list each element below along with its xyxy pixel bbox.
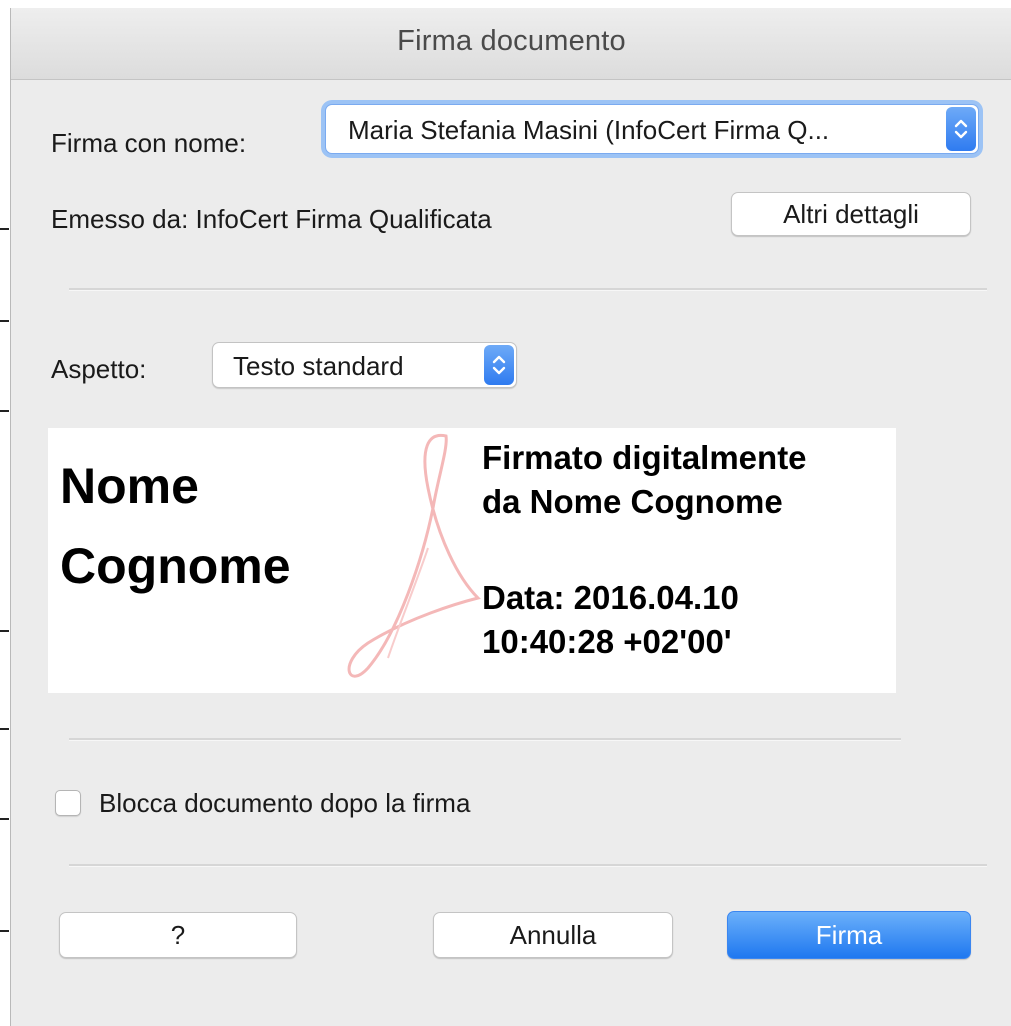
signer-select-value: Maria Stefania Masini (InfoCert Firma Q.… <box>348 115 830 145</box>
signer-select-stepper[interactable] <box>946 107 976 151</box>
edge-tick <box>0 320 9 322</box>
preview-signed-by-line1: Firmato digitalmente <box>482 439 807 476</box>
signer-select[interactable]: Maria Stefania Masini (InfoCert Firma Q.… <box>325 104 979 154</box>
edge-tick <box>0 728 9 730</box>
preview-signer-name: Nome Cognome <box>60 446 440 606</box>
signature-preview: Nome Cognome Firmato digitalmente da Nom… <box>48 428 896 693</box>
lock-document-label[interactable]: Blocca documento dopo la firma <box>99 788 470 819</box>
preview-spacer <box>482 524 892 576</box>
help-button[interactable]: ? <box>59 912 297 958</box>
preview-date-line1: Data: 2016.04.10 <box>482 579 739 616</box>
updown-chevron-icon <box>492 355 506 375</box>
more-details-button[interactable]: Altri dettagli <box>731 192 971 236</box>
separator <box>69 738 901 741</box>
preview-date-line2: 10:40:28 +02'00' <box>482 623 732 660</box>
dialog-title: Firma documento <box>397 25 626 57</box>
edge-tick <box>0 930 9 932</box>
preview-name-last: Cognome <box>60 538 291 594</box>
sign-button[interactable]: Firma <box>727 911 971 959</box>
cancel-button[interactable]: Annulla <box>433 912 673 958</box>
lock-document-checkbox[interactable] <box>55 790 81 816</box>
preview-signature-details: Firmato digitalmente da Nome Cognome Dat… <box>482 436 892 664</box>
appearance-select-value: Testo standard <box>233 351 404 381</box>
edge-tick <box>0 630 9 632</box>
separator <box>69 864 987 867</box>
edge-tick <box>0 228 9 230</box>
dialog-titlebar: Firma documento <box>11 8 1011 80</box>
sign-document-dialog: Firma documento Firma con nome: Maria St… <box>10 8 1011 1026</box>
separator <box>69 288 987 291</box>
appearance-label: Aspetto: <box>51 354 147 384</box>
appearance-select-stepper[interactable] <box>484 345 514 385</box>
signer-label: Firma con nome: <box>51 128 247 158</box>
preview-signed-by-line2: da Nome Cognome <box>482 483 783 520</box>
preview-name-first: Nome <box>60 458 199 514</box>
edge-tick <box>0 410 9 412</box>
appearance-select[interactable]: Testo standard <box>212 342 517 388</box>
issuer-label: Emesso da: InfoCert Firma Qualificata <box>51 204 492 234</box>
updown-chevron-icon <box>954 119 968 139</box>
edge-tick <box>0 818 9 820</box>
background-window-edge <box>0 0 10 1026</box>
